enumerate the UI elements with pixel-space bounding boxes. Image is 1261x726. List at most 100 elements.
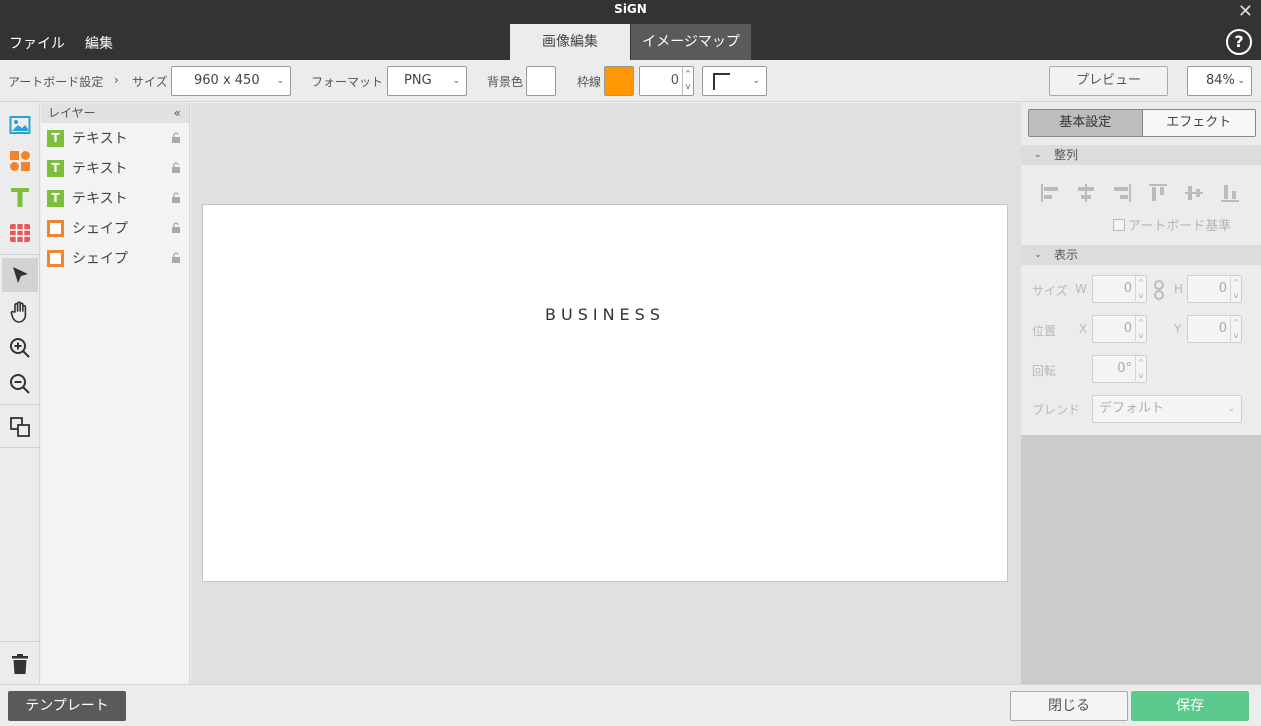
align-section-header[interactable]: ⌄ 整列 xyxy=(1021,145,1261,165)
layer-name: シェイプ xyxy=(72,251,128,267)
format-select[interactable]: PNG ⌄ xyxy=(387,66,467,96)
size-select[interactable]: 960 x 450 ⌄ xyxy=(171,66,291,96)
text-tool[interactable] xyxy=(2,180,38,214)
blend-value: デフォルト xyxy=(1099,401,1165,416)
hand-tool[interactable] xyxy=(2,295,38,329)
size-label: サイズ xyxy=(132,75,168,89)
align-bottom-icon[interactable] xyxy=(1217,180,1243,206)
border-style-select[interactable]: ⌄ xyxy=(702,66,767,96)
align-left-icon[interactable] xyxy=(1037,180,1063,206)
layer-item[interactable]: T テキスト xyxy=(41,123,189,153)
menu-edit[interactable]: 編集 xyxy=(85,33,113,53)
text-layer-icon: T xyxy=(47,159,64,177)
table-tool[interactable] xyxy=(2,216,38,250)
link-icon[interactable] xyxy=(1153,280,1165,300)
tab-effects[interactable]: エフェクト xyxy=(1141,110,1255,136)
align-top-icon[interactable] xyxy=(1145,180,1171,206)
layer-name: テキスト xyxy=(72,191,128,207)
title-bar: SiGN ✕ ファイル 編集 画像編集 イメージマップ ? xyxy=(0,0,1261,60)
display-section-header[interactable]: ⌄ 表示 xyxy=(1021,245,1261,265)
border-width-input[interactable]: 0 ^ v xyxy=(639,66,694,96)
artboard[interactable]: BUSINESS xyxy=(202,204,1008,582)
y-input[interactable]: 0 ^ v xyxy=(1187,315,1242,343)
text-icon xyxy=(11,188,29,207)
stepper-icon[interactable]: ^ v xyxy=(1135,356,1146,382)
layer-name: テキスト xyxy=(72,161,128,177)
lock-icon[interactable] xyxy=(171,132,181,143)
shape-tool[interactable] xyxy=(2,144,38,178)
lock-icon[interactable] xyxy=(171,162,181,173)
lock-icon[interactable] xyxy=(171,192,181,203)
stepper-icon[interactable]: ^ v xyxy=(1135,316,1146,342)
tool-divider xyxy=(0,447,40,448)
bg-color-swatch[interactable] xyxy=(526,66,556,96)
align-right-icon[interactable] xyxy=(1109,180,1135,206)
border-width-value: 0 xyxy=(670,73,679,88)
x-value: 0 xyxy=(1123,321,1132,336)
layer-name: テキスト xyxy=(72,131,128,147)
zoom-out-icon xyxy=(10,374,30,394)
display-title: 表示 xyxy=(1054,248,1079,262)
height-input[interactable]: 0 ^ v xyxy=(1187,275,1242,303)
blend-select[interactable]: デフォルト ⌄ xyxy=(1092,395,1242,423)
y-value: 0 xyxy=(1218,321,1227,336)
format-value: PNG xyxy=(404,73,432,88)
template-button[interactable]: テンプレート xyxy=(8,691,126,721)
select-tool[interactable] xyxy=(2,258,38,292)
delete-tool[interactable] xyxy=(2,647,38,681)
layer-item[interactable]: シェイプ xyxy=(41,213,189,243)
save-button[interactable]: 保存 xyxy=(1131,691,1249,721)
tab-basic-settings[interactable]: 基本設定 xyxy=(1029,110,1142,136)
lock-icon[interactable] xyxy=(171,222,181,233)
table-icon xyxy=(10,224,30,242)
layers-header: レイヤー « xyxy=(41,103,189,123)
shape-layer-icon xyxy=(47,249,64,267)
layers-panel: レイヤー « T テキスト T テキスト T テキスト シェイプ シェイプ xyxy=(41,103,190,684)
align-center-h-icon[interactable] xyxy=(1073,180,1099,206)
border-color-swatch[interactable] xyxy=(604,66,634,96)
preview-button[interactable]: プレビュー xyxy=(1049,66,1168,96)
tool-divider xyxy=(0,641,40,642)
stepper-icon[interactable]: ^ v xyxy=(1135,276,1146,302)
close-icon[interactable]: ✕ xyxy=(1238,3,1253,21)
zoom-out-tool[interactable] xyxy=(2,367,38,401)
help-icon[interactable]: ? xyxy=(1226,29,1252,55)
close-button[interactable]: 閉じる xyxy=(1010,691,1128,721)
tool-strip xyxy=(0,103,40,684)
stepper-icon[interactable]: ^ v xyxy=(1230,276,1241,302)
tab-image-edit[interactable]: 画像編集 xyxy=(510,24,630,60)
layer-item[interactable]: T テキスト xyxy=(41,153,189,183)
border-label: 枠線 xyxy=(577,75,602,89)
tab-image-map[interactable]: イメージマップ xyxy=(631,24,751,60)
chevron-down-icon: ⌄ xyxy=(276,76,284,86)
rotation-input[interactable]: 0° ^ v xyxy=(1092,355,1147,383)
artboard-text[interactable]: BUSINESS xyxy=(203,305,1007,324)
collapse-icon[interactable]: « xyxy=(174,103,181,123)
app-title: SiGN xyxy=(614,2,647,16)
zoom-in-tool[interactable] xyxy=(2,331,38,365)
align-center-v-icon[interactable] xyxy=(1181,180,1207,206)
arrange-tool[interactable] xyxy=(2,410,38,444)
breadcrumb: アートボード設定 xyxy=(8,75,104,89)
zoom-select[interactable]: 84% ⌄ xyxy=(1187,66,1252,96)
align-buttons xyxy=(1037,180,1243,206)
zoom-in-icon xyxy=(10,338,30,358)
layer-item[interactable]: T テキスト xyxy=(41,183,189,213)
chevron-down-icon: ⌄ xyxy=(752,76,760,86)
cursor-arrow-icon xyxy=(13,267,28,283)
stepper-icon[interactable]: ^ v xyxy=(682,67,693,95)
artboard-basis-checkbox[interactable]: アートボード基準 xyxy=(1113,215,1231,234)
format-label: フォーマット xyxy=(311,75,384,89)
width-input[interactable]: 0 ^ v xyxy=(1092,275,1147,303)
stepper-icon[interactable]: ^ v xyxy=(1230,316,1241,342)
image-tool[interactable] xyxy=(2,108,38,142)
chevron-down-icon: ⌄ xyxy=(1227,404,1235,414)
canvas-area[interactable]: BUSINESS xyxy=(191,103,1021,684)
hand-icon xyxy=(10,301,27,323)
lock-icon[interactable] xyxy=(171,252,181,263)
layer-item[interactable]: シェイプ xyxy=(41,243,189,273)
menu-file[interactable]: ファイル xyxy=(9,33,65,53)
bg-color-label: 背景色 xyxy=(487,75,524,89)
x-input[interactable]: 0 ^ v xyxy=(1092,315,1147,343)
height-value: 0 xyxy=(1218,281,1227,296)
